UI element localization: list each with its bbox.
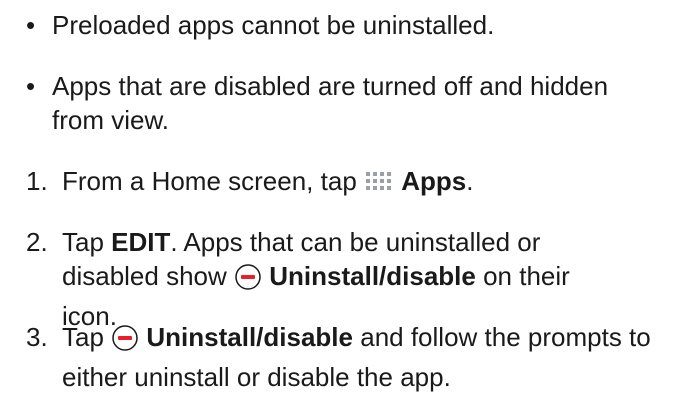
uninstall-disable-icon [111, 324, 139, 360]
uninstall-disable-icon [234, 263, 262, 299]
step-item: 2. Tap EDIT. Apps that can be uninstalle… [26, 225, 688, 333]
bullet-item: • Preloaded apps cannot be uninstalled. [26, 8, 688, 42]
edit-label: EDIT [111, 227, 171, 257]
step-number: 3. [26, 322, 48, 352]
step-text: Tap [62, 322, 104, 352]
uninstall-disable-label: Uninstall/disable [146, 322, 353, 352]
bullet-item: • Apps that are disabled are turned off … [26, 69, 688, 137]
bullet-text: Apps that are disabled are turned off an… [52, 71, 609, 135]
step-item: 3. Tap Uninstall/disable and follow the … [26, 320, 688, 394]
step-text: From a Home screen, tap [62, 166, 357, 196]
uninstall-disable-label: Uninstall/disable [269, 261, 476, 291]
step-text-suffix: . [466, 166, 474, 196]
apps-grid-icon [364, 170, 394, 204]
step-text: Tap [62, 227, 104, 257]
step-item: 1. From a Home screen, tap Apps. [26, 164, 688, 204]
bullet-marker: • [26, 10, 36, 40]
bullet-marker: • [26, 71, 36, 101]
step-number: 1. [26, 166, 48, 196]
bullet-text: Preloaded apps cannot be uninstalled. [52, 10, 495, 40]
apps-label: Apps [401, 166, 467, 196]
step-number: 2. [26, 227, 48, 257]
